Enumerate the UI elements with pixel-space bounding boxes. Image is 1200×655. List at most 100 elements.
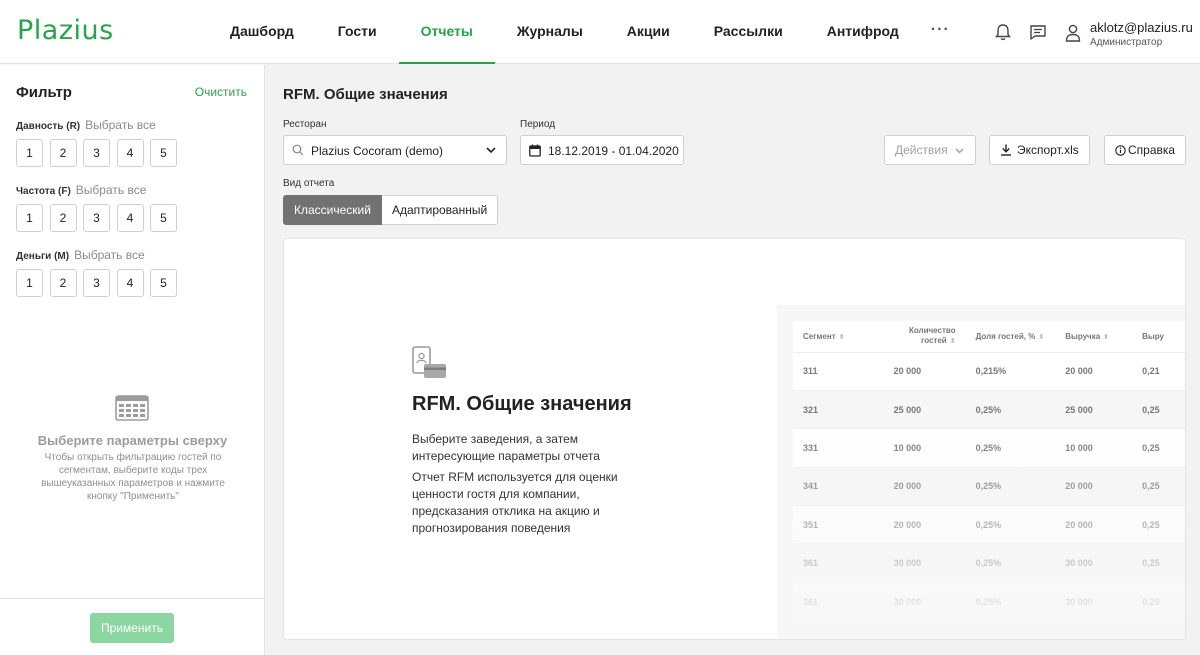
export-label: Экспорт.xls bbox=[1017, 143, 1079, 157]
cell-guest-share: 0,25% bbox=[965, 582, 1056, 622]
nav-item-antifraud[interactable]: Антифрод bbox=[805, 0, 921, 64]
user-role: Администратор bbox=[1090, 37, 1163, 48]
cell-guest-count: 20 000 bbox=[883, 467, 966, 507]
card-description: Отчет RFM используется для оценки ценнос… bbox=[412, 470, 618, 535]
cell-segment: 341 bbox=[793, 467, 884, 507]
table-row: 321 25 000 0,25% 25 000 0,25 bbox=[793, 390, 1185, 430]
cell-guest-share: 0,25% bbox=[965, 390, 1056, 430]
recency-label: Давность (R) Выбрать все bbox=[16, 118, 156, 132]
frequency-value-4[interactable]: 4 bbox=[116, 204, 144, 232]
filter-title: Фильтр bbox=[16, 84, 72, 101]
bell-icon[interactable] bbox=[993, 22, 1013, 42]
col-revenue: Выручка ⬍ bbox=[1055, 321, 1133, 353]
apply-button[interactable]: Применить bbox=[90, 613, 174, 643]
monetary-label: Деньги (M) Выбрать все bbox=[16, 248, 145, 262]
cell-segment: 361 bbox=[793, 582, 884, 622]
restaurant-value: Plazius Cocoram (demo) bbox=[311, 144, 444, 158]
frequency-label-text: Частота (F) bbox=[16, 186, 71, 197]
col-revenue-share: Выру bbox=[1132, 321, 1185, 353]
sort-icon: ⬍ bbox=[838, 333, 845, 341]
col-guest-count-label: Количество гостей bbox=[908, 325, 956, 345]
cell-revenue-share: 0,25 bbox=[1132, 467, 1185, 507]
cell-segment: 351 bbox=[793, 505, 884, 545]
restaurant-select[interactable]: Plazius Cocoram (demo) bbox=[283, 135, 507, 165]
nav-item-guests[interactable]: Гости bbox=[316, 0, 399, 64]
app-logo[interactable]: Plazius bbox=[17, 15, 114, 46]
chevron-down-icon bbox=[486, 147, 496, 154]
view-classic-button[interactable]: Классический bbox=[283, 195, 382, 225]
cell-guest-count: 20 000 bbox=[883, 505, 966, 545]
frequency-value-5[interactable]: 5 bbox=[150, 204, 177, 232]
card-title: RFM. Общие значения bbox=[412, 393, 632, 415]
cell-revenue-share: 0,25 bbox=[1132, 582, 1185, 622]
top-header: Plazius Дашборд Гости Отчеты Журналы Акц… bbox=[0, 0, 1200, 64]
col-guest-count: Количество гостей ⬍ bbox=[883, 321, 966, 353]
clear-filter-link[interactable]: Очистить bbox=[195, 85, 247, 99]
cell-revenue: 10 000 bbox=[1055, 428, 1133, 468]
frequency-value-3[interactable]: 3 bbox=[83, 204, 110, 232]
monetary-value-5[interactable]: 5 bbox=[150, 269, 177, 297]
col-segment-label: Сегмент bbox=[803, 331, 836, 341]
recency-select-all[interactable]: Выбрать все bbox=[85, 118, 156, 132]
report-placeholder-card: RFM. Общие значения Выберите заведения, … bbox=[283, 238, 1186, 640]
recency-value-2[interactable]: 2 bbox=[49, 139, 77, 167]
frequency-value-2[interactable]: 2 bbox=[49, 204, 77, 232]
table-row: 361 30 000 0,25% 30 000 0,25 bbox=[793, 582, 1185, 622]
recency-value-3[interactable]: 3 bbox=[83, 139, 110, 167]
main-nav: Дашборд Гости Отчеты Журналы Акции Рассы… bbox=[208, 0, 962, 64]
cell-revenue: 20 000 bbox=[1055, 467, 1133, 507]
nav-item-journals[interactable]: Журналы bbox=[495, 0, 605, 64]
view-toggle: Классический Адаптированный bbox=[283, 195, 499, 225]
recency-value-5[interactable]: 5 bbox=[150, 139, 177, 167]
cell-guest-share: 0,25% bbox=[965, 505, 1056, 545]
messages-icon[interactable] bbox=[1028, 22, 1048, 42]
monetary-value-2[interactable]: 2 bbox=[49, 269, 77, 297]
user-icon bbox=[1065, 24, 1081, 42]
preview-table: Сегмент ⬍ Количество гостей ⬍ Доля гостей,… bbox=[793, 321, 1185, 622]
sort-icon: ⬍ bbox=[1038, 333, 1045, 341]
nav-item-promotions[interactable]: Акции bbox=[605, 0, 692, 64]
restaurant-label: Ресторан bbox=[283, 119, 327, 130]
cell-revenue: 20 000 bbox=[1055, 505, 1133, 545]
cell-guest-share: 0,25% bbox=[965, 428, 1056, 468]
period-picker[interactable]: 18.12.2019 - 01.04.2020 bbox=[520, 135, 684, 165]
cell-revenue: 20 000 bbox=[1055, 352, 1133, 391]
preview-table-header: Сегмент ⬍ Количество гостей ⬍ Доля гостей,… bbox=[793, 321, 1185, 353]
nav-more-button[interactable]: ··· bbox=[921, 0, 962, 64]
period-label: Период bbox=[520, 119, 556, 130]
export-xls-button[interactable]: Экспорт.xls bbox=[989, 135, 1090, 165]
download-icon bbox=[1001, 144, 1011, 156]
nav-item-reports[interactable]: Отчеты bbox=[398, 0, 496, 64]
report-preview: Сегмент ⬍ Количество гостей ⬍ Доля гостей,… bbox=[777, 305, 1185, 639]
recency-value-4[interactable]: 4 bbox=[116, 139, 144, 167]
report-device-icon bbox=[412, 346, 446, 378]
frequency-value-1[interactable]: 1 bbox=[16, 204, 43, 232]
empty-state-title: Выберите параметры сверху bbox=[37, 433, 228, 448]
help-button[interactable]: Справка bbox=[1104, 135, 1186, 165]
nav-item-mailings[interactable]: Рассылки bbox=[692, 0, 805, 64]
cell-guest-share: 0,25% bbox=[965, 543, 1056, 583]
recency-value-1[interactable]: 1 bbox=[16, 139, 43, 167]
table-row: 331 10 000 0,25% 10 000 0,25 bbox=[793, 428, 1185, 468]
cell-segment: 321 bbox=[793, 390, 884, 430]
table-row: 361 30 000 0,25% 30 000 0,25 bbox=[793, 543, 1185, 583]
filter-sidebar: Фильтр Очистить Давность (R) Выбрать все … bbox=[0, 65, 265, 655]
frequency-label: Частота (F) Выбрать все bbox=[16, 183, 146, 197]
cell-revenue: 30 000 bbox=[1055, 582, 1133, 622]
sort-icon: ⬍ bbox=[949, 337, 956, 345]
page-title: RFM. Общие значения bbox=[283, 86, 448, 103]
cell-revenue-share: 0,25 bbox=[1132, 543, 1185, 583]
table-row: 341 20 000 0,25% 20 000 0,25 bbox=[793, 467, 1185, 507]
cell-revenue-share: 0,25 bbox=[1132, 505, 1185, 545]
monetary-value-4[interactable]: 4 bbox=[116, 269, 144, 297]
monetary-value-3[interactable]: 3 bbox=[83, 269, 110, 297]
monetary-value-1[interactable]: 1 bbox=[16, 269, 43, 297]
frequency-select-all[interactable]: Выбрать все bbox=[76, 183, 147, 197]
actions-dropdown[interactable]: Действия bbox=[884, 135, 976, 165]
chevron-down-icon bbox=[955, 148, 964, 154]
col-revenue-share-label: Выру bbox=[1142, 331, 1164, 341]
cell-segment: 331 bbox=[793, 428, 884, 468]
nav-item-dashboard[interactable]: Дашборд bbox=[208, 0, 316, 64]
monetary-select-all[interactable]: Выбрать все bbox=[74, 248, 145, 262]
view-adapted-button[interactable]: Адаптированный bbox=[381, 195, 499, 225]
